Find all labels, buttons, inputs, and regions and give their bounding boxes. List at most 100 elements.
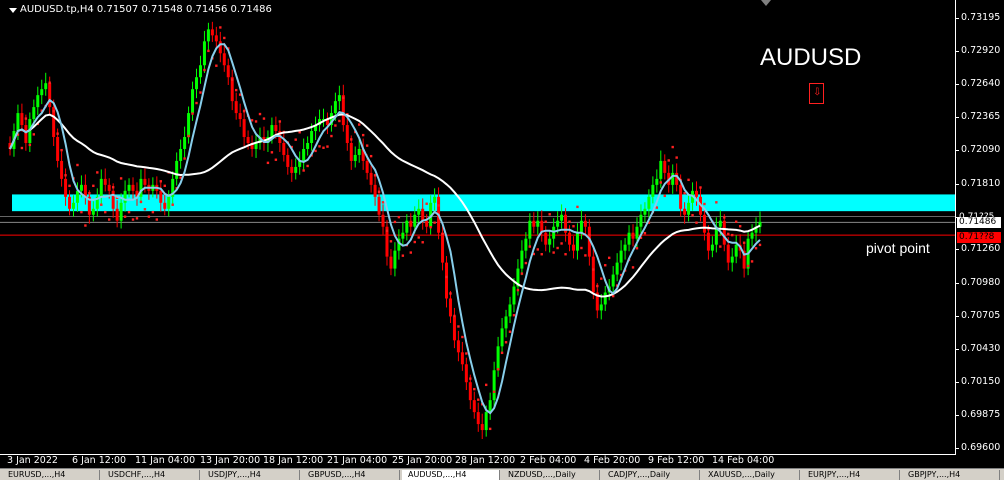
candle-body: [198, 65, 202, 78]
time-tick-label: 21 Jan 04:00: [327, 455, 388, 466]
down-arrow-marker-icon[interactable]: ⇩: [809, 83, 824, 104]
sar-dot: [108, 218, 111, 221]
sar-dot: [675, 156, 678, 159]
candle-body: [20, 113, 24, 126]
sar-dot: [195, 101, 198, 105]
symbol-title: AUDUSD: [760, 44, 862, 71]
sar-dot: [334, 124, 337, 127]
sar-dot: [461, 335, 464, 339]
sar-dot: [750, 260, 754, 263]
sar-dot: [139, 200, 143, 204]
candle-body: [48, 83, 52, 108]
current-price-label: 0.71486: [957, 217, 1001, 228]
sar-dot: [401, 254, 405, 257]
candle-body: [270, 125, 274, 138]
sar-dot: [306, 164, 309, 168]
pivot-label: pivot point: [866, 240, 930, 256]
candle-body: [143, 178, 147, 185]
sar-dot: [143, 208, 147, 211]
candle-body: [187, 113, 191, 138]
sar-dot: [540, 253, 543, 256]
zone-rect: [12, 194, 955, 212]
sar-dot: [667, 159, 670, 162]
sar-dot: [477, 398, 480, 401]
candle-body: [647, 196, 651, 209]
sar-dot: [536, 248, 539, 251]
candle-body: [40, 89, 44, 96]
price-tick-label: 0.72920: [961, 44, 1001, 56]
sar-dot: [457, 325, 460, 328]
candle-body: [730, 256, 734, 263]
candle-body: [242, 119, 246, 138]
sar-dot: [393, 220, 397, 224]
candle-body: [532, 220, 536, 227]
sar-dot: [417, 236, 420, 239]
candle-body: [603, 292, 607, 305]
price-tick-label: 0.73195: [961, 12, 1001, 23]
sar-dot: [715, 201, 718, 204]
candle-body: [651, 184, 655, 197]
sar-dot: [691, 214, 694, 217]
sar-dot: [548, 213, 551, 216]
chart-menu-arrow-icon[interactable]: [9, 8, 17, 13]
sar-dot: [564, 253, 567, 256]
candle-body: [111, 190, 115, 209]
sar-dot: [207, 49, 210, 53]
candle-body: [445, 262, 449, 299]
sar-dot: [754, 247, 758, 250]
sar-dot: [512, 314, 516, 317]
candle-body: [405, 220, 409, 233]
sar-dot: [234, 88, 238, 92]
chart-window[interactable]: AUDUSD.tp,H4 0.71507 0.71548 0.71456 0.7…: [0, 0, 1004, 468]
sar-dot: [20, 146, 24, 150]
sar-dot: [508, 330, 512, 333]
candle-body: [294, 166, 298, 173]
price-tick-label: 0.70430: [961, 342, 1001, 354]
sar-dot: [338, 119, 341, 123]
sar-dot: [104, 210, 107, 214]
sar-dot: [369, 154, 373, 158]
sar-dot: [28, 143, 32, 147]
sar-dot: [242, 109, 246, 113]
sar-dot: [270, 151, 274, 154]
time-tick-label: 4 Feb 20:00: [584, 455, 641, 466]
price-tick-label: 0.72640: [961, 78, 1001, 90]
sar-dot: [659, 181, 662, 184]
time-tick-label: 6 Jan 12:00: [72, 455, 127, 466]
sar-dot: [64, 174, 67, 177]
candle-body: [175, 160, 179, 179]
time-tick-label: 25 Jan 20:00: [392, 455, 453, 466]
candle-body: [472, 400, 476, 413]
sar-dot: [68, 184, 71, 188]
sar-dot: [449, 292, 452, 295]
candle-body: [210, 29, 214, 36]
candle-body: [337, 95, 341, 102]
candle-body: [246, 137, 250, 143]
sar-dot: [600, 277, 603, 280]
sar-dot: [584, 254, 587, 257]
sar-dot: [671, 145, 674, 149]
candle-body: [365, 160, 369, 173]
candle-body: [464, 364, 468, 383]
sar-dot: [48, 81, 51, 84]
sar-dot: [385, 229, 389, 232]
sar-dot: [342, 96, 345, 99]
candle-body: [599, 304, 603, 311]
sar-dot: [155, 218, 159, 221]
sar-dot: [151, 210, 155, 214]
candle-body: [163, 202, 167, 209]
candle-body: [310, 131, 314, 143]
candle-body: [282, 142, 286, 155]
candle-body: [468, 382, 472, 401]
candle-body: [357, 148, 361, 155]
sar-dot: [437, 204, 440, 207]
shift-marker-icon[interactable]: [761, 0, 771, 6]
candle-body: [75, 190, 79, 203]
sar-dot: [262, 117, 266, 120]
sar-dot: [524, 261, 528, 265]
sar-dot: [302, 169, 305, 172]
sar-dot: [484, 383, 488, 387]
candle-body: [520, 250, 524, 269]
candle-body: [202, 41, 206, 66]
sar-dot: [746, 264, 750, 268]
